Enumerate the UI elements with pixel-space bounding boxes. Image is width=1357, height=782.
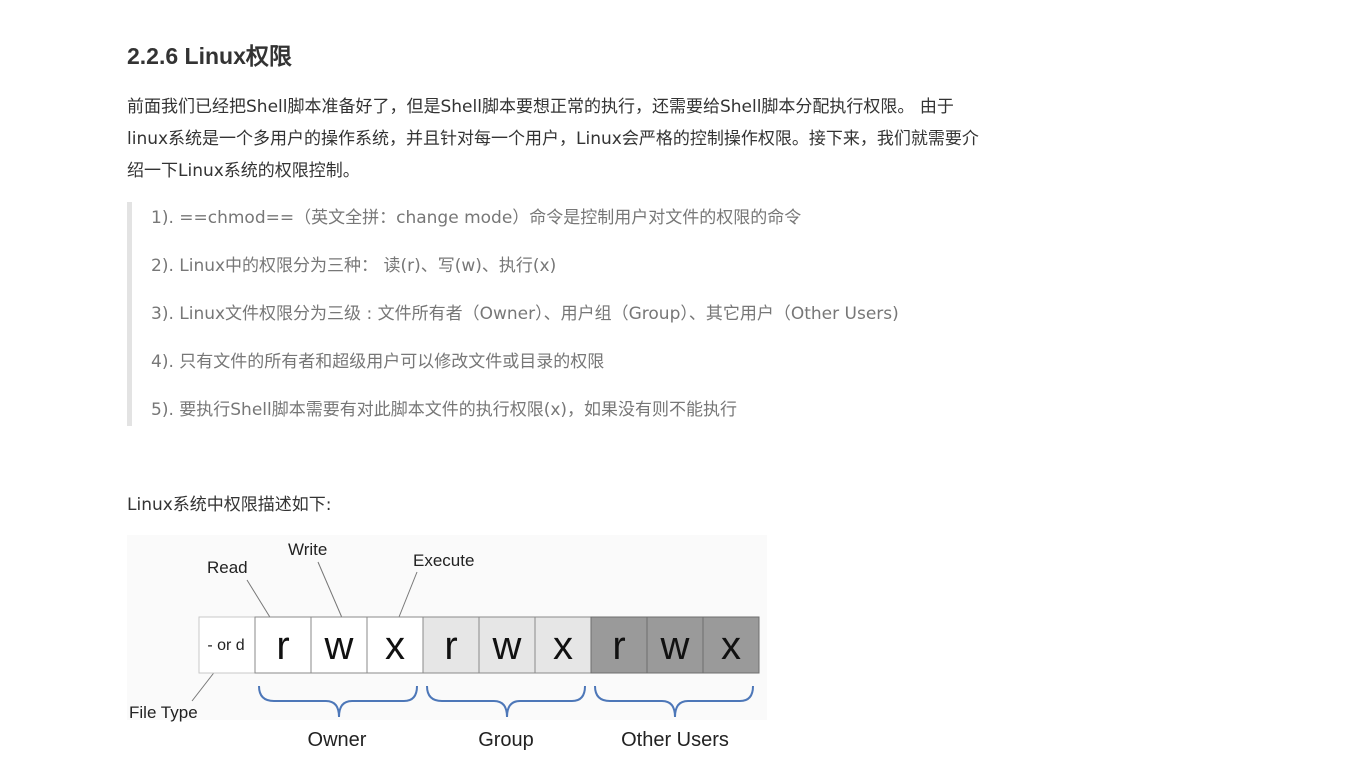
owner-execute-letter: x (385, 624, 405, 668)
owner-label: Owner (308, 729, 367, 751)
other-users-label: Other Users (621, 729, 729, 751)
section-heading: 2.2.6 Linux权限 (127, 43, 292, 69)
other-read-letter: r (612, 624, 625, 668)
intro-line: 绍一下Linux系统的权限控制。 (127, 161, 360, 181)
group-execute-letter: x (553, 624, 573, 668)
note-item: 1). ==chmod==（英文全拼：change mode）命令是控制用户对文… (151, 208, 802, 228)
execute-label: Execute (413, 551, 474, 570)
note-item: 2). Linux中的权限分为三种： 读(r)、写(w)、执行(x) (151, 256, 557, 276)
intro-line: 前面我们已经把Shell脚本准备好了，但是Shell脚本要想正常的执行，还需要给… (127, 97, 954, 117)
permission-notes-quote: 1). ==chmod==（英文全拼：change mode）命令是控制用户对文… (127, 202, 1087, 426)
permission-diagram-svg: Read Write Execute File Type - or d r w … (127, 535, 767, 751)
write-label: Write (288, 540, 327, 559)
permission-description: Linux系统中权限描述如下: (127, 495, 332, 515)
other-execute-letter: x (721, 624, 741, 668)
file-type-label: File Type (129, 703, 198, 722)
read-label: Read (207, 558, 248, 577)
intro-paragraph: 前面我们已经把Shell脚本准备好了，但是Shell脚本要想正常的执行，还需要给… (127, 91, 1127, 187)
note-item: 3). Linux文件权限分为三级 : 文件所有者（Owner）、用户组（Gro… (151, 304, 899, 324)
file-type-cell-text: - or d (207, 637, 244, 654)
group-label: Group (478, 729, 534, 751)
group-write-letter: w (492, 624, 522, 668)
note-item: 4). 只有文件的所有者和超级用户可以修改文件或目录的权限 (151, 352, 605, 372)
owner-read-letter: r (276, 624, 289, 668)
other-write-letter: w (660, 624, 690, 668)
group-read-letter: r (444, 624, 457, 668)
note-item: 5). 要执行Shell脚本需要有对此脚本文件的执行权限(x)，如果没有则不能执… (151, 400, 738, 420)
owner-write-letter: w (324, 624, 354, 668)
permission-diagram: Read Write Execute File Type - or d r w … (127, 535, 767, 764)
intro-line: linux系统是一个多用户的操作系统，并且针对每一个用户，Linux会严格的控制… (127, 129, 979, 149)
